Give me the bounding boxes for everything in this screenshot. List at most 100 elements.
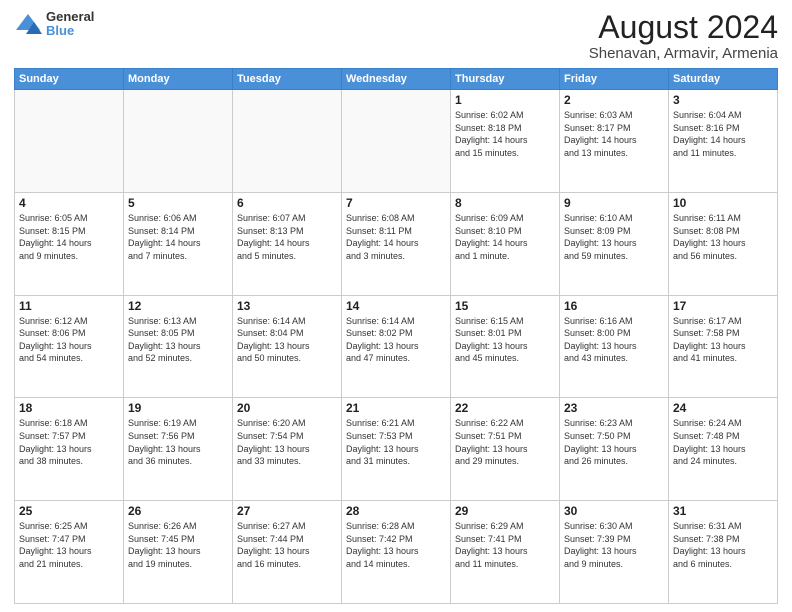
day-number: 4 [19,196,119,210]
logo-text: General Blue [46,10,94,39]
calendar-table: Sunday Monday Tuesday Wednesday Thursday… [14,68,778,604]
calendar-cell: 2 Sunrise: 6:03 AMSunset: 8:17 PMDaylight… [560,90,669,193]
day-number: 28 [346,504,446,518]
calendar-cell [15,90,124,193]
calendar-cell: 7 Sunrise: 6:08 AMSunset: 8:11 PMDaylight… [342,192,451,295]
day-number: 18 [19,401,119,415]
calendar-cell: 5 Sunrise: 6:06 AMSunset: 8:14 PMDaylight… [124,192,233,295]
calendar-cell: 8 Sunrise: 6:09 AMSunset: 8:10 PMDaylight… [451,192,560,295]
day-info: Sunrise: 6:17 AMSunset: 7:58 PMDaylight:… [673,315,773,365]
calendar-cell: 3 Sunrise: 6:04 AMSunset: 8:16 PMDaylight… [669,90,778,193]
calendar-cell: 26 Sunrise: 6:26 AMSunset: 7:45 PMDayligh… [124,501,233,604]
day-info: Sunrise: 6:04 AMSunset: 8:16 PMDaylight:… [673,109,773,159]
day-number: 15 [455,299,555,313]
day-number: 29 [455,504,555,518]
logo-line2: Blue [46,24,94,38]
calendar-cell [233,90,342,193]
calendar-cell: 10 Sunrise: 6:11 AMSunset: 8:08 PMDayligh… [669,192,778,295]
calendar-cell: 22Sunrise: 6:22 AMSunset: 7:51 PMDayligh… [451,398,560,501]
calendar-cell: 13 Sunrise: 6:14 AMSunset: 8:04 PMDayligh… [233,295,342,398]
day-number: 11 [19,299,119,313]
day-number: 16 [564,299,664,313]
calendar-cell: 14 Sunrise: 6:14 AMSunset: 8:02 PMDayligh… [342,295,451,398]
calendar-header-row: Sunday Monday Tuesday Wednesday Thursday… [15,69,778,90]
calendar-cell: 20 Sunrise: 6:20 AMSunset: 7:54 PMDayligh… [233,398,342,501]
calendar-cell: 11 Sunrise: 6:12 AMSunset: 8:06 PMDayligh… [15,295,124,398]
day-number: 10 [673,196,773,210]
col-sunday: Sunday [15,69,124,90]
calendar-cell: 30 Sunrise: 6:30 AMSunset: 7:39 PMDayligh… [560,501,669,604]
col-tuesday: Tuesday [233,69,342,90]
day-info: Sunrise: 6:16 AMSunset: 8:00 PMDaylight:… [564,315,664,365]
day-info: Sunrise: 6:06 AMSunset: 8:14 PMDaylight:… [128,212,228,262]
day-info: Sunrise: 6:12 AMSunset: 8:06 PMDaylight:… [19,315,119,365]
day-number: 2 [564,93,664,107]
day-number: 8 [455,196,555,210]
day-number: 22 [455,401,555,415]
calendar-cell: 24 Sunrise: 6:24 AMSunset: 7:48 PMDayligh… [669,398,778,501]
day-info: Sunrise: 6:27 AMSunset: 7:44 PMDaylight:… [237,520,337,570]
calendar-cell: 25Sunrise: 6:25 AMSunset: 7:47 PMDayligh… [15,501,124,604]
day-info: Sunrise: 6:20 AMSunset: 7:54 PMDaylight:… [237,417,337,467]
calendar-cell: 15Sunrise: 6:15 AMSunset: 8:01 PMDayligh… [451,295,560,398]
day-info: Sunrise: 6:07 AMSunset: 8:13 PMDaylight:… [237,212,337,262]
page: General Blue August 2024 Shenavan, Armav… [0,0,792,612]
day-info: Sunrise: 6:09 AMSunset: 8:10 PMDaylight:… [455,212,555,262]
day-number: 5 [128,196,228,210]
calendar-cell: 4 Sunrise: 6:05 AMSunset: 8:15 PMDaylight… [15,192,124,295]
col-monday: Monday [124,69,233,90]
calendar-cell: 1 Sunrise: 6:02 AMSunset: 8:18 PMDaylight… [451,90,560,193]
day-info: Sunrise: 6:03 AMSunset: 8:17 PMDaylight:… [564,109,664,159]
col-friday: Friday [560,69,669,90]
calendar-cell: 17Sunrise: 6:17 AMSunset: 7:58 PMDayligh… [669,295,778,398]
day-number: 21 [346,401,446,415]
day-number: 13 [237,299,337,313]
col-thursday: Thursday [451,69,560,90]
day-info: Sunrise: 6:10 AMSunset: 8:09 PMDaylight:… [564,212,664,262]
calendar-cell: 23Sunrise: 6:23 AMSunset: 7:50 PMDayligh… [560,398,669,501]
calendar-title: August 2024 [589,10,778,45]
day-number: 20 [237,401,337,415]
day-info: Sunrise: 6:28 AMSunset: 7:42 PMDaylight:… [346,520,446,570]
calendar-week-2: 4 Sunrise: 6:05 AMSunset: 8:15 PMDaylight… [15,192,778,295]
logo-line1: General [46,10,94,24]
calendar-cell: 29 Sunrise: 6:29 AMSunset: 7:41 PMDayligh… [451,501,560,604]
calendar-cell: 6 Sunrise: 6:07 AMSunset: 8:13 PMDaylight… [233,192,342,295]
day-info: Sunrise: 6:18 AMSunset: 7:57 PMDaylight:… [19,417,119,467]
day-number: 23 [564,401,664,415]
day-number: 26 [128,504,228,518]
day-number: 24 [673,401,773,415]
day-info: Sunrise: 6:26 AMSunset: 7:45 PMDaylight:… [128,520,228,570]
day-info: Sunrise: 6:08 AMSunset: 8:11 PMDaylight:… [346,212,446,262]
calendar-week-4: 18 Sunrise: 6:18 AMSunset: 7:57 PMDayligh… [15,398,778,501]
day-info: Sunrise: 6:21 AMSunset: 7:53 PMDaylight:… [346,417,446,467]
day-info: Sunrise: 6:31 AMSunset: 7:38 PMDaylight:… [673,520,773,570]
day-number: 9 [564,196,664,210]
day-info: Sunrise: 6:11 AMSunset: 8:08 PMDaylight:… [673,212,773,262]
calendar-cell: 31Sunrise: 6:31 AMSunset: 7:38 PMDayligh… [669,501,778,604]
calendar-week-3: 11 Sunrise: 6:12 AMSunset: 8:06 PMDayligh… [15,295,778,398]
day-number: 12 [128,299,228,313]
col-saturday: Saturday [669,69,778,90]
day-number: 19 [128,401,228,415]
day-info: Sunrise: 6:02 AMSunset: 8:18 PMDaylight:… [455,109,555,159]
calendar-subtitle: Shenavan, Armavir, Armenia [589,45,778,62]
day-info: Sunrise: 6:14 AMSunset: 8:04 PMDaylight:… [237,315,337,365]
col-wednesday: Wednesday [342,69,451,90]
day-info: Sunrise: 6:14 AMSunset: 8:02 PMDaylight:… [346,315,446,365]
header: General Blue August 2024 Shenavan, Armav… [14,10,778,62]
day-info: Sunrise: 6:19 AMSunset: 7:56 PMDaylight:… [128,417,228,467]
day-number: 27 [237,504,337,518]
day-number: 6 [237,196,337,210]
day-number: 3 [673,93,773,107]
day-info: Sunrise: 6:29 AMSunset: 7:41 PMDaylight:… [455,520,555,570]
day-info: Sunrise: 6:24 AMSunset: 7:48 PMDaylight:… [673,417,773,467]
calendar-week-5: 25Sunrise: 6:25 AMSunset: 7:47 PMDayligh… [15,501,778,604]
day-info: Sunrise: 6:05 AMSunset: 8:15 PMDaylight:… [19,212,119,262]
day-number: 30 [564,504,664,518]
day-number: 7 [346,196,446,210]
day-number: 1 [455,93,555,107]
calendar-cell: 12Sunrise: 6:13 AMSunset: 8:05 PMDayligh… [124,295,233,398]
day-number: 14 [346,299,446,313]
day-info: Sunrise: 6:30 AMSunset: 7:39 PMDaylight:… [564,520,664,570]
